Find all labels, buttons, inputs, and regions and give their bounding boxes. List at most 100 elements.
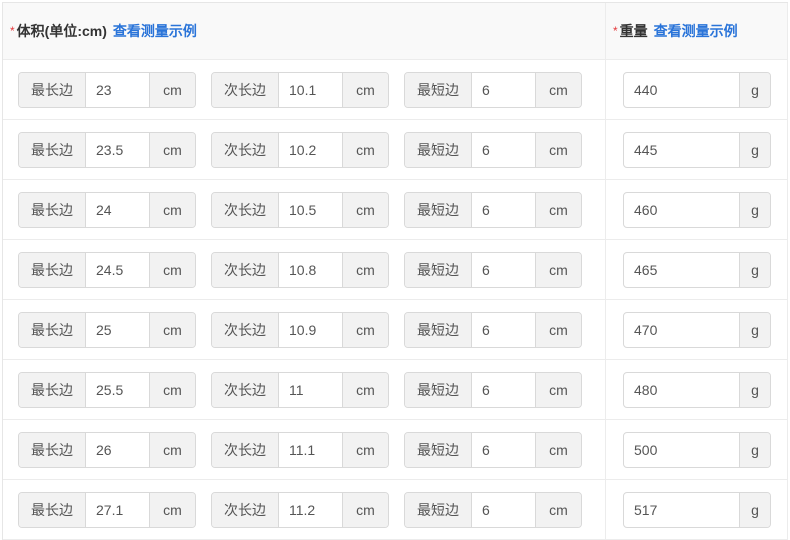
second-side-input[interactable]: 11 <box>279 372 343 407</box>
shortest-side-label: 最短边 <box>405 372 472 407</box>
shortest-side-field: 最短边 6 cm <box>404 371 582 408</box>
cm-unit: cm <box>150 432 195 467</box>
second-side-input[interactable]: 10.2 <box>279 132 343 167</box>
table-header: * 体积(单位:cm) 查看测量示例 * 重量 查看测量示例 <box>3 3 788 60</box>
shortest-side-field: 最短边 6 cm <box>404 191 582 228</box>
gram-unit: g <box>740 252 770 287</box>
weight-field: 480 g <box>623 371 771 408</box>
table-row: 最长边 25 cm 次长边 10.9 cm 最短边 6 cm 470 g <box>3 300 788 360</box>
longest-side-input[interactable]: 23 <box>86 72 150 107</box>
shortest-side-input[interactable]: 6 <box>472 252 536 287</box>
shortest-side-input[interactable]: 6 <box>472 372 536 407</box>
second-side-input[interactable]: 10.1 <box>279 72 343 107</box>
second-side-input[interactable]: 10.5 <box>279 192 343 227</box>
required-mark: * <box>613 24 618 38</box>
longest-side-input[interactable]: 25.5 <box>86 372 150 407</box>
gram-unit: g <box>740 132 770 167</box>
shortest-side-input[interactable]: 6 <box>472 192 536 227</box>
volume-cell: 最长边 27.1 cm 次长边 11.2 cm 最短边 6 cm <box>3 480 606 539</box>
weight-input[interactable]: 500 <box>624 432 740 467</box>
second-side-input[interactable]: 11.2 <box>279 492 343 527</box>
table-row: 最长边 26 cm 次长边 11.1 cm 最短边 6 cm 500 g <box>3 420 788 480</box>
longest-side-input[interactable]: 27.1 <box>86 492 150 527</box>
table-row: 最长边 23 cm 次长边 10.1 cm 最短边 6 cm 440 g <box>3 60 788 120</box>
cm-unit: cm <box>343 72 388 107</box>
longest-side-label: 最长边 <box>19 252 86 287</box>
second-side-input[interactable]: 10.9 <box>279 312 343 347</box>
shortest-side-field: 最短边 6 cm <box>404 491 582 528</box>
longest-side-input[interactable]: 24 <box>86 192 150 227</box>
second-side-field: 次长边 11.2 cm <box>211 491 389 528</box>
weight-field: 460 g <box>623 191 771 228</box>
cm-unit: cm <box>343 432 388 467</box>
second-side-field: 次长边 11.1 cm <box>211 431 389 468</box>
shortest-side-label: 最短边 <box>405 252 472 287</box>
second-side-field: 次长边 10.2 cm <box>211 131 389 168</box>
second-side-input[interactable]: 10.8 <box>279 252 343 287</box>
weight-input[interactable]: 517 <box>624 492 740 527</box>
second-side-label: 次长边 <box>212 312 279 347</box>
longest-side-input[interactable]: 24.5 <box>86 252 150 287</box>
second-side-label: 次长边 <box>212 72 279 107</box>
shortest-side-label: 最短边 <box>405 72 472 107</box>
volume-cell: 最长边 23 cm 次长边 10.1 cm 最短边 6 cm <box>3 60 606 119</box>
shortest-side-input[interactable]: 6 <box>472 432 536 467</box>
second-side-input[interactable]: 11.1 <box>279 432 343 467</box>
second-side-label: 次长边 <box>212 372 279 407</box>
volume-measure-example-link[interactable]: 查看测量示例 <box>113 21 197 41</box>
shortest-side-label: 最短边 <box>405 432 472 467</box>
longest-side-label: 最长边 <box>19 312 86 347</box>
second-side-field: 次长边 11 cm <box>211 371 389 408</box>
weight-input[interactable]: 480 <box>624 372 740 407</box>
longest-side-field: 最长边 24.5 cm <box>18 251 196 288</box>
weight-header-cell: * 重量 查看测量示例 <box>606 3 788 59</box>
weight-cell: 445 g <box>606 120 788 179</box>
shortest-side-field: 最短边 6 cm <box>404 431 582 468</box>
shortest-side-input[interactable]: 6 <box>472 72 536 107</box>
longest-side-label: 最长边 <box>19 492 86 527</box>
cm-unit: cm <box>150 192 195 227</box>
table-row: 最长边 23.5 cm 次长边 10.2 cm 最短边 6 cm 445 g <box>3 120 788 180</box>
table-body: 最长边 23 cm 次长边 10.1 cm 最短边 6 cm 440 g 最长边… <box>3 60 788 540</box>
cm-unit: cm <box>150 132 195 167</box>
volume-cell: 最长边 25.5 cm 次长边 11 cm 最短边 6 cm <box>3 360 606 419</box>
volume-cell: 最长边 26 cm 次长边 11.1 cm 最短边 6 cm <box>3 420 606 479</box>
weight-field: 517 g <box>623 491 771 528</box>
longest-side-field: 最长边 27.1 cm <box>18 491 196 528</box>
longest-side-label: 最长边 <box>19 372 86 407</box>
weight-cell: 480 g <box>606 360 788 419</box>
longest-side-input[interactable]: 26 <box>86 432 150 467</box>
shortest-side-label: 最短边 <box>405 312 472 347</box>
weight-input[interactable]: 465 <box>624 252 740 287</box>
second-side-field: 次长边 10.8 cm <box>211 251 389 288</box>
cm-unit: cm <box>150 372 195 407</box>
shortest-side-input[interactable]: 6 <box>472 492 536 527</box>
size-weight-table: * 体积(单位:cm) 查看测量示例 * 重量 查看测量示例 最长边 23 cm… <box>2 2 788 540</box>
cm-unit: cm <box>536 132 581 167</box>
weight-input[interactable]: 440 <box>624 72 740 107</box>
weight-input[interactable]: 460 <box>624 192 740 227</box>
longest-side-field: 最长边 23 cm <box>18 71 196 108</box>
shortest-side-input[interactable]: 6 <box>472 132 536 167</box>
weight-measure-example-link[interactable]: 查看测量示例 <box>654 21 738 41</box>
volume-header-label: 体积(单位:cm) <box>16 23 107 39</box>
weight-input[interactable]: 470 <box>624 312 740 347</box>
second-side-label: 次长边 <box>212 432 279 467</box>
shortest-side-input[interactable]: 6 <box>472 312 536 347</box>
shortest-side-label: 最短边 <box>405 132 472 167</box>
weight-input[interactable]: 445 <box>624 132 740 167</box>
longest-side-input[interactable]: 23.5 <box>86 132 150 167</box>
shortest-side-label: 最短边 <box>405 492 472 527</box>
cm-unit: cm <box>343 492 388 527</box>
gram-unit: g <box>740 72 770 107</box>
cm-unit: cm <box>150 492 195 527</box>
weight-cell: 440 g <box>606 60 788 119</box>
volume-cell: 最长边 25 cm 次长边 10.9 cm 最短边 6 cm <box>3 300 606 359</box>
second-side-field: 次长边 10.5 cm <box>211 191 389 228</box>
weight-cell: 517 g <box>606 480 788 539</box>
longest-side-field: 最长边 25 cm <box>18 311 196 348</box>
cm-unit: cm <box>536 432 581 467</box>
volume-cell: 最长边 24.5 cm 次长边 10.8 cm 最短边 6 cm <box>3 240 606 299</box>
cm-unit: cm <box>536 492 581 527</box>
longest-side-input[interactable]: 25 <box>86 312 150 347</box>
